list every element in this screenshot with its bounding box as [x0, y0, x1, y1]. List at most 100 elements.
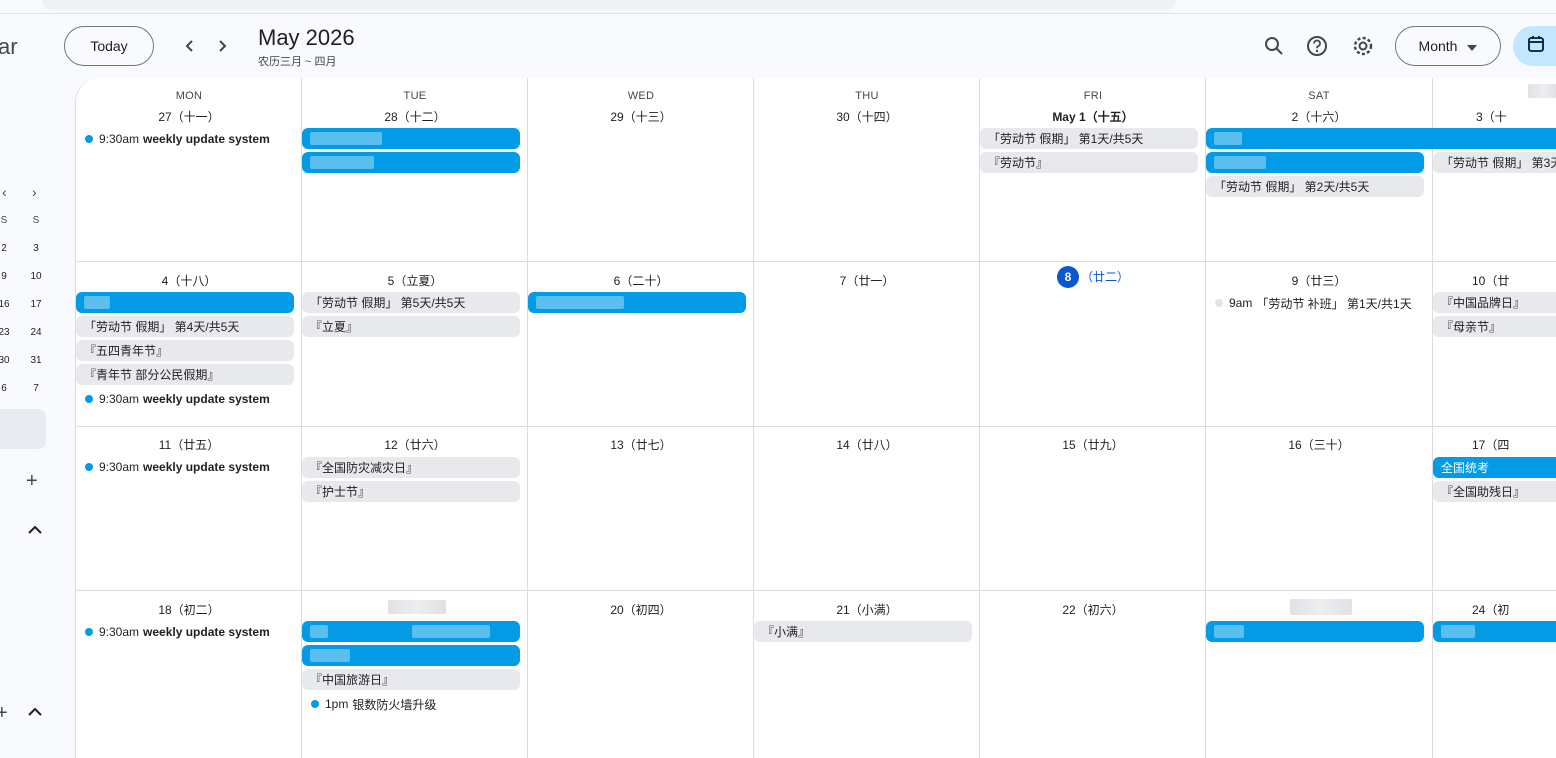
day-number[interactable]: 3（十 [1476, 108, 1556, 125]
event-time: 9am [1229, 296, 1253, 310]
mini-prev-icon[interactable]: ‹ [2, 184, 7, 200]
mini-day[interactable]: 23 [0, 327, 14, 338]
month-grid: MON TUE WED THU FRI SAT 27（十一） 28（十二） 29… [75, 78, 1556, 758]
event-time: 9:30am [99, 460, 140, 474]
event-chip[interactable]: 『立夏』 [302, 316, 520, 337]
day-number[interactable]: 24（初 [1472, 601, 1552, 618]
chevron-up-icon[interactable] [28, 704, 42, 722]
mini-day[interactable]: 3 [26, 243, 46, 254]
mini-day[interactable]: 24 [26, 327, 46, 338]
search-icon[interactable] [1258, 30, 1290, 62]
day-number[interactable]: 18（初二） [76, 601, 302, 618]
day-number[interactable]: 12（廿六） [302, 436, 528, 453]
event-time: 9:30am [99, 625, 140, 639]
event-chip[interactable] [302, 128, 520, 149]
day-number[interactable]: 30（十四） [754, 108, 980, 125]
mini-day[interactable]: 16 [0, 299, 14, 310]
weekday-header: THU [855, 90, 879, 102]
event-chip[interactable]: 「劳动节 假期」 第1天/共5天 [980, 128, 1198, 149]
today-day-number[interactable]: 8 （廿二） [980, 266, 1206, 288]
event-dot [85, 135, 93, 143]
mini-next-icon[interactable]: › [32, 184, 37, 200]
event-chip[interactable]: 『小满』 [754, 621, 972, 642]
today-button[interactable]: Today [64, 26, 154, 66]
event-item[interactable]: 9:30am weekly update system [76, 622, 270, 642]
event-chip[interactable]: 『中国旅游日』 [302, 669, 520, 690]
event-chip[interactable]: 「劳动节 假期」 第5天/共5天 [302, 292, 520, 313]
day-number[interactable]: 28（十二） [302, 108, 528, 125]
day-number[interactable]: 6（二十） [528, 272, 754, 289]
add-icon[interactable]: + [0, 702, 8, 725]
event-chip[interactable] [1206, 128, 1556, 149]
event-chip[interactable]: 『青年节 部分公民假期』 [76, 364, 294, 385]
chevron-left-icon[interactable] [174, 30, 206, 62]
event-chip[interactable]: 『五四青年节』 [76, 340, 294, 361]
event-chip[interactable]: 全国统考 [1433, 457, 1556, 478]
day-number[interactable]: 29（十三） [528, 108, 754, 125]
mini-day[interactable]: 6 [0, 383, 14, 394]
event-time: 9:30am [99, 392, 140, 406]
event-chip[interactable]: 『中国品牌日』 [1433, 292, 1556, 313]
day-number[interactable]: 16（三十） [1206, 436, 1432, 453]
mini-day[interactable]: 2 [0, 243, 14, 254]
chevron-right-icon[interactable] [206, 30, 238, 62]
mini-day[interactable]: 30 [0, 355, 14, 366]
day-number[interactable]: 20（初四） [528, 601, 754, 618]
weekday-header: TUE [403, 90, 427, 102]
event-chip[interactable] [302, 645, 520, 666]
help-icon[interactable] [1301, 30, 1333, 62]
event-chip[interactable] [1433, 621, 1556, 642]
mini-day[interactable]: 10 [26, 271, 46, 282]
event-item[interactable]: 9:30am weekly update system [76, 389, 270, 409]
day-number[interactable]: 11（廿五） [76, 436, 302, 453]
today-circle: 8 [1056, 266, 1079, 288]
day-number[interactable]: 22（初六） [980, 601, 1206, 618]
day-number[interactable]: 27（十一） [76, 108, 302, 125]
mini-day[interactable]: 31 [26, 355, 46, 366]
event-chip[interactable] [76, 292, 294, 313]
day-number[interactable]: 21（小满） [754, 601, 980, 618]
event-chip[interactable]: 『全国助残日』 [1433, 481, 1556, 502]
redacted-text [310, 625, 328, 638]
event-chip[interactable] [302, 152, 520, 173]
redacted-text [310, 649, 350, 662]
day-number[interactable]: 14（廿八） [754, 436, 980, 453]
day-number[interactable]: 9（廿三） [1206, 272, 1432, 289]
day-number[interactable]: 13（廿七） [528, 436, 754, 453]
event-chip[interactable]: 『母亲节』 [1433, 316, 1556, 337]
event-dot [85, 463, 93, 471]
add-calendar-icon[interactable]: + [26, 470, 38, 493]
mini-day[interactable]: 7 [26, 383, 46, 394]
day-number[interactable]: 17（四 [1472, 436, 1552, 453]
day-number[interactable]: 7（廿一） [754, 272, 980, 289]
event-item[interactable]: 1pm 银数防火墙升级 [302, 694, 436, 714]
browser-strip [0, 0, 1556, 14]
gear-icon[interactable] [1347, 30, 1379, 62]
event-chip[interactable]: 「劳动节 假期」 第2天/共5天 [1206, 176, 1424, 197]
address-bar[interactable] [42, 0, 1176, 10]
view-selector[interactable]: Month [1395, 26, 1501, 66]
day-number[interactable]: 2（十六） [1206, 108, 1432, 125]
event-chip[interactable] [302, 621, 520, 642]
event-chip[interactable]: 「劳动节 假期」 第3天 [1433, 152, 1556, 173]
day-number[interactable]: 10（廿 [1472, 272, 1552, 289]
calendar-view-button[interactable] [1513, 26, 1556, 66]
event-chip[interactable]: 『全国防灾减灾日』 [302, 457, 520, 478]
event-item[interactable]: 9:30am weekly update system [76, 129, 270, 149]
event-item[interactable]: 9:30am weekly update system [76, 457, 270, 477]
event-chip[interactable]: 『护士节』 [302, 481, 520, 502]
event-item[interactable]: 9am 「劳动节 补班」 第1天/共1天 [1206, 293, 1412, 313]
event-chip[interactable] [1206, 621, 1424, 642]
mini-day[interactable]: 9 [0, 271, 14, 282]
chevron-up-icon[interactable] [28, 522, 42, 540]
event-chip[interactable] [1206, 152, 1424, 173]
day-number[interactable]: 5（立夏） [302, 272, 528, 289]
event-chip[interactable]: 『劳动节』 [980, 152, 1198, 173]
event-chip[interactable]: 「劳动节 假期」 第4天/共5天 [76, 316, 294, 337]
day-number[interactable]: May 1（十五） [980, 108, 1206, 125]
mini-day[interactable]: 17 [26, 299, 46, 310]
weekday-header: WED [627, 90, 655, 102]
event-chip[interactable] [528, 292, 746, 313]
day-number[interactable]: 4（十八） [76, 272, 302, 289]
day-number[interactable]: 15（廿九） [980, 436, 1206, 453]
